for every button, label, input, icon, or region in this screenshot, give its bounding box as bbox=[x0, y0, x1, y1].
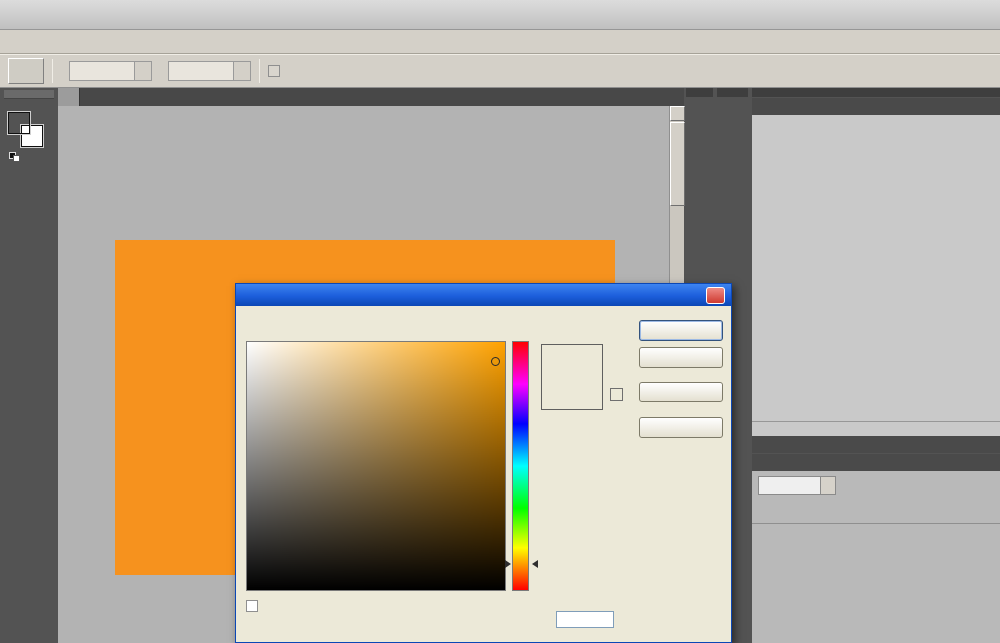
dropdown-arrow-icon bbox=[820, 476, 835, 494]
current-color-swatch bbox=[542, 377, 602, 409]
cancel-button[interactable] bbox=[639, 347, 723, 368]
color-picker-dialog bbox=[235, 283, 732, 643]
scroll-up-button[interactable] bbox=[670, 106, 685, 121]
styles-footer bbox=[752, 421, 1000, 436]
panel-dock bbox=[752, 88, 1000, 643]
layers-body bbox=[752, 471, 1000, 643]
photoshop-window bbox=[0, 0, 1000, 643]
tools-panel bbox=[4, 90, 54, 643]
web-colors-only-checkbox[interactable] bbox=[246, 600, 258, 612]
adjustments-panel-tabs bbox=[752, 436, 1000, 453]
ok-button[interactable] bbox=[639, 320, 723, 341]
add-to-swatches-button[interactable] bbox=[639, 382, 723, 402]
dock-collapse-button[interactable] bbox=[752, 88, 1000, 97]
sample-layers-dropdown[interactable] bbox=[168, 61, 251, 81]
lock-fill-row bbox=[752, 498, 1000, 518]
show-sampling-ring-checkbox[interactable] bbox=[268, 65, 280, 77]
panel-strip-1 bbox=[686, 88, 713, 102]
hue-slider[interactable] bbox=[512, 341, 529, 591]
dropdown-arrow-icon bbox=[233, 62, 250, 80]
scrollbar-thumb[interactable] bbox=[670, 122, 685, 206]
strip-collapse-button[interactable] bbox=[717, 88, 748, 97]
separator bbox=[52, 59, 53, 83]
color-field-marker bbox=[491, 357, 500, 366]
color-libraries-button[interactable] bbox=[639, 417, 723, 438]
hue-marker-left-icon bbox=[505, 560, 511, 568]
tools-collapse-button[interactable] bbox=[4, 90, 54, 99]
new-color-swatch bbox=[542, 345, 602, 377]
dialog-titlebar[interactable] bbox=[236, 284, 731, 306]
layer-list bbox=[752, 523, 1000, 524]
options-bar bbox=[0, 54, 1000, 88]
layers-panel-tabs bbox=[752, 454, 1000, 471]
hue-marker-right-icon bbox=[532, 560, 538, 568]
dialog-close-button[interactable] bbox=[706, 286, 725, 304]
blend-mode-value bbox=[759, 477, 820, 494]
layers-panel bbox=[752, 454, 1000, 643]
strip-collapse-button[interactable] bbox=[686, 88, 713, 97]
styles-panel-tabs bbox=[752, 98, 1000, 115]
dropdown-arrow-icon bbox=[134, 62, 151, 80]
web-color-cube-icon[interactable] bbox=[610, 388, 623, 401]
tool-preset-picker[interactable] bbox=[8, 58, 44, 84]
sample-size-dropdown[interactable] bbox=[69, 61, 152, 81]
document-tabbar bbox=[58, 88, 684, 106]
color-swatch-widget bbox=[8, 112, 50, 162]
hex-field[interactable] bbox=[556, 611, 614, 628]
web-only-row bbox=[246, 600, 263, 612]
menubar bbox=[0, 30, 1000, 54]
default-colors-icon[interactable] bbox=[9, 152, 21, 162]
separator bbox=[259, 59, 260, 83]
foreground-color-swatch[interactable] bbox=[8, 112, 30, 134]
blend-mode-dropdown[interactable] bbox=[758, 475, 836, 495]
blend-opacity-row bbox=[752, 474, 1000, 496]
new-current-color-swatch bbox=[541, 344, 603, 410]
titlebar bbox=[0, 0, 1000, 30]
hex-row bbox=[524, 611, 614, 628]
panel-strip-2 bbox=[717, 88, 748, 102]
styles-grid bbox=[752, 115, 1000, 421]
saturation-brightness-field[interactable] bbox=[246, 341, 506, 591]
document-tab[interactable] bbox=[58, 88, 80, 106]
